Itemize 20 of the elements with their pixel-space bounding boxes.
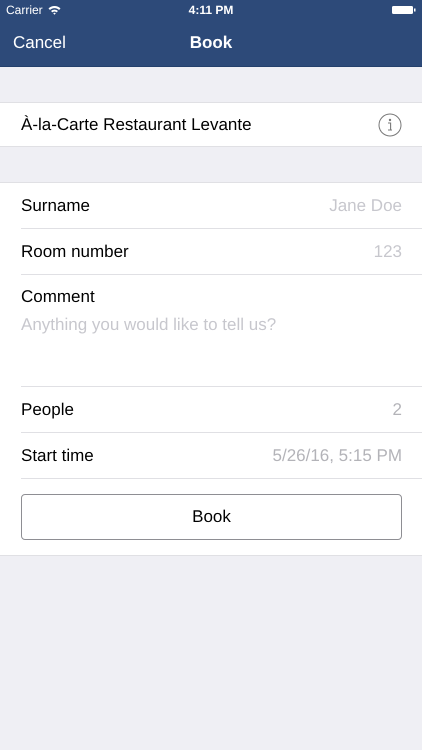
restaurant-row[interactable]: À-la-Carte Restaurant Levante — [0, 102, 422, 147]
cancel-button[interactable]: Cancel — [0, 33, 79, 53]
clock: 4:11 PM — [188, 3, 234, 17]
info-icon[interactable] — [378, 112, 402, 136]
input-field[interactable]: Jane Doe — [212, 196, 402, 216]
carrier-label: Carrier — [6, 3, 43, 17]
field-value: 2 — [392, 400, 402, 420]
field-label: Start time — [21, 446, 94, 466]
comment-field[interactable]: Anything you would like to tell us? — [21, 315, 402, 339]
screen-title: Book — [190, 33, 232, 53]
battery-icon — [392, 5, 416, 15]
wifi-icon — [48, 5, 61, 15]
field-label: Room number — [21, 242, 129, 262]
field-value: 5/26/16, 5:15 PM — [272, 446, 402, 466]
input-field[interactable]: 123 — [212, 242, 402, 262]
restaurant-name: À-la-Carte Restaurant Levante — [21, 114, 252, 134]
field-label: Surname — [21, 196, 90, 216]
book-button[interactable]: Book — [21, 494, 402, 540]
field-label: Comment — [21, 287, 96, 307]
field-label: People — [21, 400, 74, 420]
